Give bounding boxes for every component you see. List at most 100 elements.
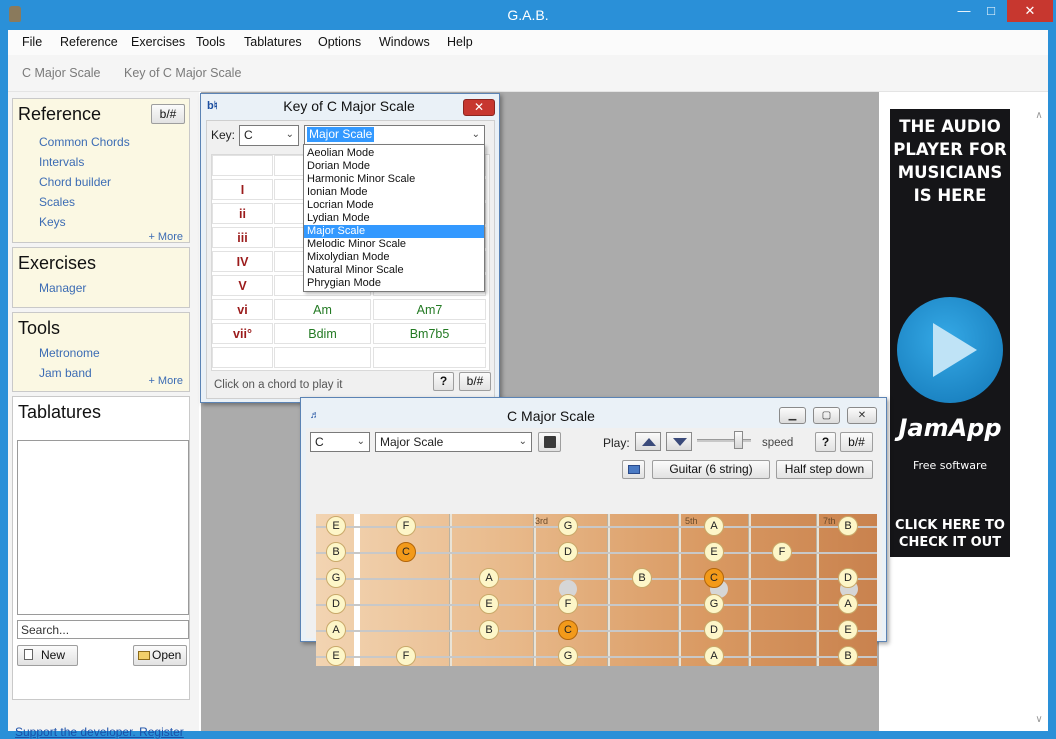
sharp-flat-toggle-button[interactable]: b/#: [459, 372, 491, 391]
more-link[interactable]: + More: [148, 231, 183, 243]
note-marker[interactable]: B: [479, 620, 499, 640]
breadcrumb-item[interactable]: C Major Scale: [22, 66, 101, 80]
menu-file[interactable]: File: [22, 35, 42, 49]
more-link[interactable]: + More: [148, 375, 183, 387]
play-down-button[interactable]: [666, 432, 692, 451]
help-button[interactable]: ?: [433, 372, 454, 391]
dropdown-option[interactable]: Natural Minor Scale: [304, 264, 484, 277]
key-select[interactable]: C ⌄: [310, 432, 370, 452]
save-button[interactable]: [538, 432, 561, 452]
note-marker[interactable]: B: [838, 516, 858, 536]
note-marker[interactable]: A: [704, 646, 724, 666]
seventh-chord-cell[interactable]: Bm7b5: [373, 323, 486, 344]
dropdown-option[interactable]: Mixolydian Mode: [304, 251, 484, 264]
dropdown-option[interactable]: Dorian Mode: [304, 160, 484, 173]
link-jam-band[interactable]: Jam band: [39, 366, 92, 380]
key-select[interactable]: C ⌄: [239, 125, 299, 146]
link-manager[interactable]: Manager: [39, 281, 86, 295]
link-metronome[interactable]: Metronome: [39, 346, 100, 360]
scroll-down-icon[interactable]: ∨: [1034, 715, 1044, 725]
menu-windows[interactable]: Windows: [379, 35, 430, 49]
note-marker[interactable]: E: [704, 542, 724, 562]
open-tablature-button[interactable]: Open: [133, 645, 187, 666]
note-marker[interactable]: A: [704, 516, 724, 536]
link-intervals[interactable]: Intervals: [39, 155, 84, 169]
dropdown-option[interactable]: Aeolian Mode: [304, 147, 484, 160]
dropdown-option[interactable]: Harmonic Minor Scale: [304, 173, 484, 186]
note-marker[interactable]: F: [396, 516, 416, 536]
note-marker[interactable]: D: [326, 594, 346, 614]
chord-cell[interactable]: Am: [274, 299, 371, 320]
close-button[interactable]: ✕: [1007, 0, 1053, 22]
note-marker[interactable]: B: [632, 568, 652, 588]
help-button[interactable]: ?: [815, 432, 836, 452]
key-window-close-button[interactable]: ✕: [463, 99, 495, 116]
menu-options[interactable]: Options: [318, 35, 361, 49]
note-marker[interactable]: D: [558, 542, 578, 562]
note-marker[interactable]: A: [326, 620, 346, 640]
new-tablature-button[interactable]: New: [17, 645, 78, 666]
maximize-button[interactable]: □: [978, 0, 1004, 22]
seventh-chord-cell[interactable]: Am7: [373, 299, 486, 320]
dropdown-option-selected[interactable]: Major Scale: [304, 225, 484, 238]
note-marker[interactable]: G: [558, 516, 578, 536]
dropdown-option[interactable]: Phrygian Mode: [304, 277, 484, 290]
menu-tools[interactable]: Tools: [196, 35, 225, 49]
minimize-button[interactable]: —: [950, 0, 978, 22]
scale-select[interactable]: Major Scale ⌄: [304, 125, 485, 146]
note-marker[interactable]: F: [772, 542, 792, 562]
menu-help[interactable]: Help: [447, 35, 473, 49]
scroll-up-icon[interactable]: ∧: [1034, 111, 1044, 121]
guitar-fretboard[interactable]: 3rd 5th 7th E F G A B B C D E F G A B C …: [316, 514, 877, 666]
note-marker[interactable]: A: [838, 594, 858, 614]
instrument-settings-button[interactable]: [622, 460, 645, 479]
note-marker[interactable]: B: [326, 542, 346, 562]
note-marker[interactable]: G: [326, 568, 346, 588]
note-marker[interactable]: F: [558, 594, 578, 614]
link-scales[interactable]: Scales: [39, 195, 75, 209]
menu-exercises[interactable]: Exercises: [131, 35, 185, 49]
tablature-search-input[interactable]: Search...: [17, 620, 189, 639]
support-developer-link[interactable]: Support the developer. Register your cop…: [15, 726, 185, 739]
sharp-flat-toggle-button[interactable]: b/#: [151, 104, 185, 124]
tablature-list[interactable]: [17, 440, 189, 615]
note-marker[interactable]: E: [326, 646, 346, 666]
root-note-marker[interactable]: C: [558, 620, 578, 640]
maximize-icon[interactable]: ▢: [813, 407, 840, 424]
link-common-chords[interactable]: Common Chords: [39, 135, 130, 149]
dropdown-option[interactable]: Ionian Mode: [304, 186, 484, 199]
note-marker[interactable]: E: [326, 516, 346, 536]
dropdown-option[interactable]: Melodic Minor Scale: [304, 238, 484, 251]
note-marker[interactable]: B: [838, 646, 858, 666]
breadcrumb-item[interactable]: Key of C Major Scale: [124, 66, 241, 80]
note-marker[interactable]: A: [479, 568, 499, 588]
note-marker[interactable]: G: [704, 594, 724, 614]
dropdown-option[interactable]: Lydian Mode: [304, 212, 484, 225]
scale-select[interactable]: Major Scale ⌄: [375, 432, 532, 452]
ad-scrollbar[interactable]: ∧ ∨: [1031, 92, 1048, 731]
play-up-button[interactable]: [635, 432, 661, 451]
note-marker[interactable]: F: [396, 646, 416, 666]
root-note-marker[interactable]: C: [396, 542, 416, 562]
chord-cell[interactable]: [274, 347, 371, 368]
menu-tablatures[interactable]: Tablatures: [244, 35, 302, 49]
note-marker[interactable]: D: [838, 568, 858, 588]
note-marker[interactable]: E: [838, 620, 858, 640]
instrument-button[interactable]: Guitar (6 string): [652, 460, 770, 479]
close-icon[interactable]: ✕: [847, 407, 877, 424]
seventh-chord-cell[interactable]: [373, 347, 486, 368]
chord-cell[interactable]: Bdim: [274, 323, 371, 344]
note-marker[interactable]: E: [479, 594, 499, 614]
sharp-flat-toggle-button[interactable]: b/#: [840, 432, 873, 452]
link-chord-builder[interactable]: Chord builder: [39, 175, 111, 189]
note-marker[interactable]: D: [704, 620, 724, 640]
root-note-marker[interactable]: C: [704, 568, 724, 588]
link-keys[interactable]: Keys: [39, 215, 66, 229]
menu-reference[interactable]: Reference: [60, 35, 118, 49]
note-marker[interactable]: G: [558, 646, 578, 666]
jamapp-ad[interactable]: THE AUDIO PLAYER FOR MUSICIANS IS HERE J…: [890, 109, 1010, 557]
dropdown-option[interactable]: Locrian Mode: [304, 199, 484, 212]
tuning-button[interactable]: Half step down: [776, 460, 873, 479]
minimize-icon[interactable]: ▁: [779, 407, 806, 424]
speed-slider-thumb[interactable]: [734, 431, 743, 449]
